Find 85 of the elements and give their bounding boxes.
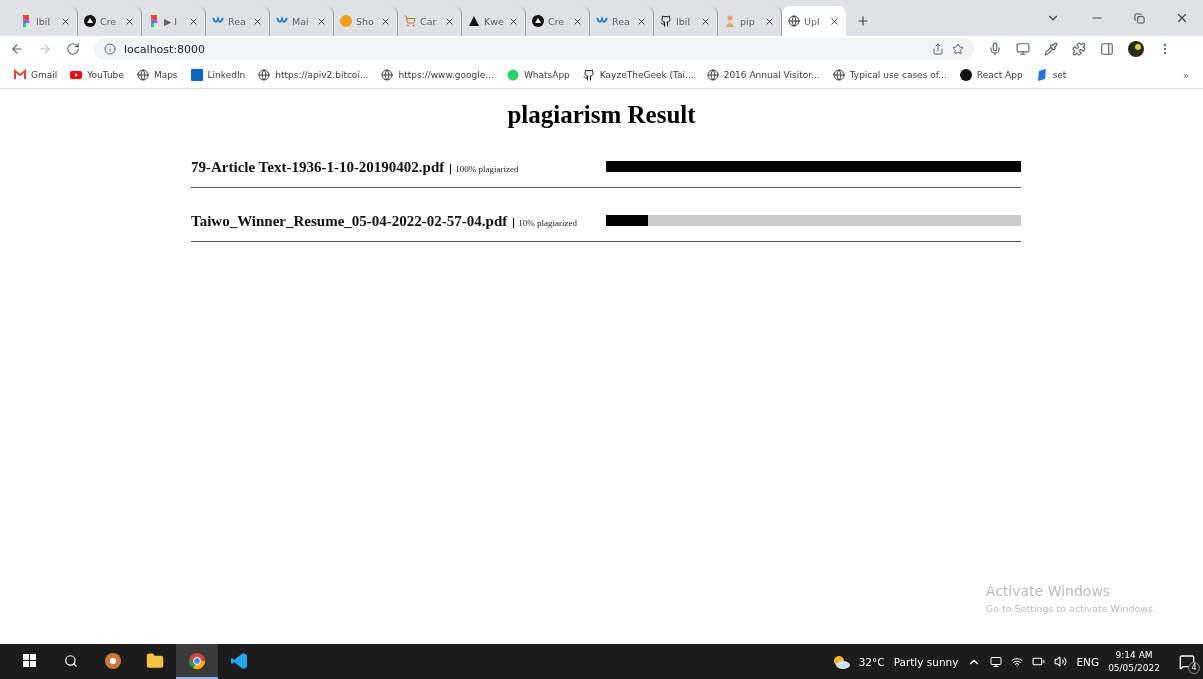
mic-icon[interactable] <box>988 42 1002 56</box>
globe-icon <box>136 69 149 81</box>
bookmark-link[interactable]: Gmail <box>14 69 58 81</box>
play-icon <box>70 69 83 81</box>
plagiarism-score: 100% plagiarized <box>450 164 519 174</box>
file-name: 79-Article Text-1936-1-10-20190402.pdf <box>191 159 445 175</box>
triangle-icon <box>468 15 480 27</box>
side-panel-icon[interactable] <box>1100 42 1114 56</box>
close-icon[interactable] <box>572 15 583 27</box>
temperature: 32°C <box>858 655 885 668</box>
globe-icon <box>381 69 394 81</box>
reload-icon[interactable] <box>66 42 80 56</box>
puzzle-icon[interactable] <box>1072 42 1086 56</box>
volume-icon[interactable] <box>1054 655 1068 668</box>
circle-icon <box>959 69 972 81</box>
cart-icon <box>404 15 416 27</box>
logo-icon <box>190 69 203 81</box>
taskbar-app[interactable] <box>176 644 218 679</box>
close-icon[interactable] <box>60 15 71 27</box>
close-icon[interactable] <box>700 15 711 27</box>
bookmark-link[interactable]: 2016 Annual Visitor... <box>706 69 820 81</box>
github-icon <box>660 15 672 27</box>
eyedropper-icon[interactable] <box>1044 42 1058 56</box>
bookmark-icon[interactable] <box>952 43 964 55</box>
search-icon <box>64 653 78 668</box>
circle-icon <box>340 15 352 27</box>
disc-icon <box>104 651 122 670</box>
more-bookmarks[interactable]: » <box>1182 69 1189 81</box>
logo-icon <box>20 15 32 27</box>
close-icon[interactable] <box>444 15 455 27</box>
circle-icon <box>84 15 96 27</box>
close-icon[interactable] <box>764 15 775 27</box>
globe-icon <box>788 15 800 27</box>
close-icon[interactable] <box>380 15 391 27</box>
close-icon[interactable] <box>124 15 135 27</box>
bookmark-link[interactable]: React App <box>959 69 1023 81</box>
plagiarism-score: 10% plagiarized <box>513 218 577 228</box>
file-name: Taiwo_Winner_Resume_05-04-2022-02-57-04.pdf <box>191 213 508 229</box>
circle-icon <box>532 15 544 27</box>
close-icon[interactable] <box>1175 11 1189 25</box>
figure-icon <box>724 15 736 27</box>
page-title: plagiarism Result <box>506 101 697 129</box>
globe-icon <box>706 69 719 81</box>
battery-icon[interactable] <box>1032 655 1046 668</box>
globe-icon <box>258 69 271 81</box>
activation-subtitle: Go to Settings to activate Windows. <box>985 603 1156 614</box>
share-icon[interactable] <box>932 43 944 55</box>
shape-icon <box>1035 69 1048 81</box>
avatar-icon[interactable] <box>1128 41 1144 57</box>
bookmark-link[interactable]: Typical use cases of... <box>832 69 947 81</box>
address-bar[interactable]: localhost:8000 <box>94 38 974 60</box>
globe-icon <box>832 69 845 81</box>
bookmark-link[interactable]: KayzeTheGeek (Tai... <box>582 69 694 81</box>
close-icon[interactable] <box>316 15 327 27</box>
browser-tab[interactable]: Upl <box>782 6 846 36</box>
logo-icon <box>148 15 160 27</box>
github-icon <box>582 69 595 81</box>
bookmark-link[interactable]: Maps <box>136 69 178 81</box>
activation-title: Activate Windows <box>985 583 1112 599</box>
close-icon[interactable] <box>188 15 199 27</box>
folder-icon <box>146 651 164 670</box>
close-icon[interactable] <box>636 15 647 27</box>
back-icon[interactable] <box>10 42 24 56</box>
bookmark-link[interactable]: WhatsApp <box>506 69 570 81</box>
windows-icon <box>22 654 36 667</box>
chrome-icon <box>188 651 206 670</box>
notification-count: 4 <box>1188 661 1200 674</box>
info-icon[interactable] <box>104 43 116 55</box>
bookmark-link[interactable]: https://www.google... <box>381 69 494 81</box>
weather-icon <box>831 653 850 670</box>
weather-text: Partly sunny <box>893 655 959 668</box>
close-icon[interactable] <box>252 15 263 27</box>
bookmark-link[interactable]: YouTube <box>70 69 124 81</box>
language-indicator[interactable]: ENG <box>1076 655 1100 668</box>
bookmark-link[interactable]: set <box>1035 69 1067 81</box>
bookmark-link[interactable]: https://apiv2.bitcoi... <box>258 69 369 81</box>
close-icon[interactable] <box>508 15 519 27</box>
wifi-icon[interactable] <box>1011 655 1024 668</box>
restore-icon[interactable] <box>1134 12 1145 24</box>
bookmark-link[interactable]: LinkedIn <box>190 69 246 81</box>
clock[interactable]: 9:14 AM 05/05/2022 <box>1108 648 1160 675</box>
mail-icon <box>14 69 26 81</box>
close-icon[interactable] <box>829 15 840 27</box>
new-tab-icon[interactable] <box>856 14 870 28</box>
code-icon <box>230 651 248 670</box>
